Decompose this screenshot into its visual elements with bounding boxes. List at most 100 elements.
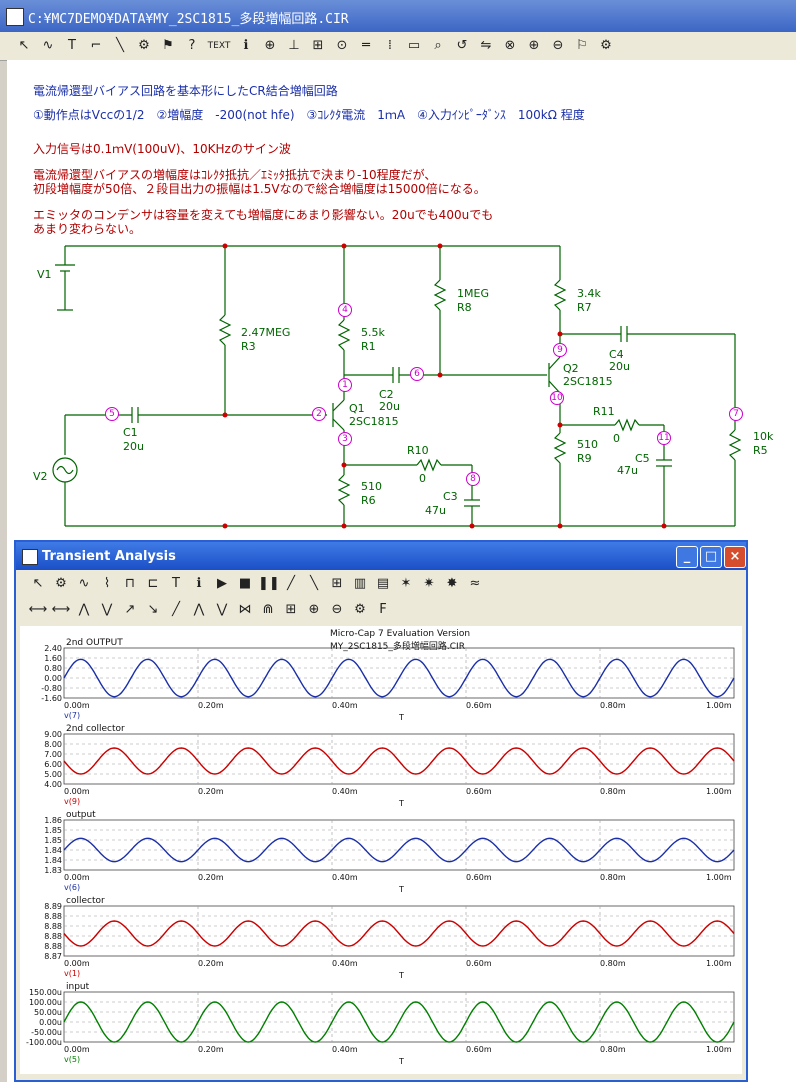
peak-down-icon[interactable]: ⋁	[97, 600, 117, 620]
slope2-icon[interactable]: ╱	[166, 600, 186, 620]
label-r10-value: 0	[419, 472, 426, 485]
flag-icon[interactable]: ⚑	[158, 36, 178, 56]
note-line2: ①動作点はVccの1/2 ②増幅度 -200(not hfe) ③ｺﾚｸﾀ電流 …	[33, 108, 585, 122]
waveform-v(1)	[63, 920, 735, 947]
plot-title: 2nd collector	[66, 724, 125, 734]
x-axis-label: T	[398, 1057, 404, 1066]
label-r3-value: 2.47MEG	[241, 326, 291, 339]
hi-icon[interactable]: ⋀	[189, 600, 209, 620]
peak-icon[interactable]: ✶	[396, 574, 416, 594]
waveform-v(6)	[63, 837, 735, 863]
cursor-right-icon[interactable]: ⟷	[51, 600, 71, 620]
on-icon[interactable]: ⊙	[332, 36, 352, 56]
diag-icon[interactable]: ╲	[304, 574, 324, 594]
zoom-out-icon[interactable]: ⊖	[548, 36, 568, 56]
settings-icon[interactable]: ⚙	[596, 36, 616, 56]
pause-icon[interactable]: ❚❚	[258, 574, 280, 594]
x-tick-label: 0.40m	[332, 1045, 358, 1054]
title-bar: C:¥MC7DEMO¥DATA¥MY_2SC1815_多段増幅回路.CIR	[0, 0, 796, 32]
x-tick-label: 1.00m	[706, 1045, 732, 1054]
node-1: 1	[338, 378, 352, 392]
zoom-in-icon[interactable]: ⊕	[304, 600, 324, 620]
inflect-icon[interactable]: ⋈	[235, 600, 255, 620]
find-icon[interactable]: ⌕	[428, 36, 448, 56]
box-icon[interactable]: ▭	[404, 36, 424, 56]
transient-analysis-window[interactable]: Transient Analysis _ □ × ↖ ⚙ ∿ ⌇ ⊓ ⊏ Tℹ ▶ ■ ❚❚ ╱ ╲ ⊞…	[14, 540, 748, 1082]
settings-icon[interactable]: ⚙	[350, 600, 370, 620]
label-r9: R9	[577, 452, 592, 465]
x-tick-label: 0.20m	[198, 701, 224, 710]
grid-icon[interactable]: ⊞	[327, 574, 347, 594]
peak-up-icon[interactable]: ⋀	[74, 600, 94, 620]
cursor-icon[interactable]: ⊏	[143, 574, 163, 594]
wire-icon[interactable]: ∿	[38, 36, 58, 56]
pin-icon[interactable]: ⊥	[284, 36, 304, 56]
slope-icon[interactable]: ✸	[442, 574, 462, 594]
text-tool-icon[interactable]: T	[62, 36, 82, 56]
y-tick-label: -50.00u	[31, 1028, 62, 1037]
text-button[interactable]: TEXT	[206, 36, 232, 56]
plot-frame	[63, 647, 735, 699]
label-r1: R1	[361, 340, 376, 353]
info-icon[interactable]: ℹ	[236, 36, 256, 56]
zoom-out-icon[interactable]: ⊖	[327, 600, 347, 620]
y-tick-label: 5.00	[44, 770, 62, 779]
component-icon[interactable]: ⚙	[51, 574, 71, 594]
line-icon[interactable]: ╱	[281, 574, 301, 594]
info-icon[interactable]: ℹ	[189, 574, 209, 594]
max-icon[interactable]: ⋒	[258, 600, 278, 620]
mirror-icon[interactable]: ⇋	[476, 36, 496, 56]
pointer-icon[interactable]: ↖	[14, 36, 34, 56]
note-line1: 電流帰還型バイアス回路を基本形にしたCR結合増幅回路	[33, 84, 338, 98]
grid3-icon[interactable]: ▤	[373, 574, 393, 594]
valley-icon[interactable]: ✷	[419, 574, 439, 594]
pointer-icon[interactable]: ↖	[28, 574, 48, 594]
plot-title: output	[66, 810, 96, 820]
x-tick-label: 0.00m	[64, 701, 90, 710]
cursor-left-icon[interactable]: ⟷	[28, 600, 48, 620]
line-icon[interactable]: ⌐	[86, 36, 106, 56]
y-tick-label: 8.88	[44, 932, 62, 941]
note-line3: 入力信号は0.1ｍV(100uV)、10KHzのサイン波	[33, 142, 291, 156]
node-icon[interactable]: ⊕	[260, 36, 280, 56]
x-tick-label: 1.00m	[706, 787, 732, 796]
run-icon[interactable]: ▶	[212, 574, 232, 594]
lo-icon[interactable]: ⋁	[212, 600, 232, 620]
close-icon[interactable]: ×	[724, 546, 746, 568]
table-icon[interactable]: ⊞	[281, 600, 301, 620]
node-2: 2	[312, 407, 326, 421]
plot-frame	[63, 733, 735, 785]
x-tick-label: 1.00m	[706, 701, 732, 710]
grid-icon[interactable]: ⊞	[308, 36, 328, 56]
diagonal-icon[interactable]: ╲	[110, 36, 130, 56]
label-c1-value: 20u	[123, 440, 144, 453]
x-tick-label: 0.40m	[332, 701, 358, 710]
rise-icon[interactable]: ↗	[120, 600, 140, 620]
waveform-icon[interactable]: ∿	[74, 574, 94, 594]
x-tick-label: 0.20m	[198, 1045, 224, 1054]
plot-area[interactable]: Micro-Cap 7 Evaluation Version MY_2SC181…	[20, 626, 742, 1074]
dots-icon[interactable]: ⁞	[380, 36, 400, 56]
component-icon[interactable]: ⚙	[134, 36, 154, 56]
stop-icon[interactable]: ■	[235, 574, 255, 594]
node-9: 9	[553, 343, 567, 357]
grid2-icon[interactable]: ▥	[350, 574, 370, 594]
minimize-icon[interactable]: _	[676, 546, 698, 568]
binoculars-icon[interactable]: ⊗	[500, 36, 520, 56]
t-icon[interactable]: T	[166, 574, 186, 594]
fall-icon[interactable]: ↘	[143, 600, 163, 620]
zoom-in-icon[interactable]: ⊕	[524, 36, 544, 56]
y-tick-label: 0.00u	[39, 1018, 62, 1027]
plot-icon[interactable]: ⌇	[97, 574, 117, 594]
y-tick-label: 4.00	[44, 780, 62, 789]
maximize-icon[interactable]: □	[700, 546, 722, 568]
bus-icon[interactable]: ═	[356, 36, 376, 56]
flag2-icon[interactable]: ⚐	[572, 36, 592, 56]
wave-icon[interactable]: ≈	[465, 574, 485, 594]
scope-icon[interactable]: ⊓	[120, 574, 140, 594]
label-r8-value: 1MEG	[457, 287, 489, 300]
help-icon[interactable]: ?	[182, 36, 202, 56]
font-icon[interactable]: F	[373, 600, 393, 620]
rotate-icon[interactable]: ↺	[452, 36, 472, 56]
plot-panel-4: input 150.00u100.00u50.00u0.00u-50.00u-10…	[26, 982, 735, 1066]
